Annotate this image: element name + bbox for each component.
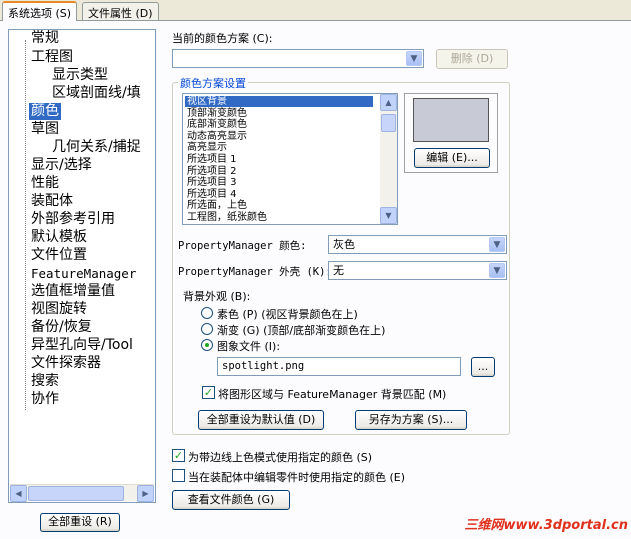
tree-horizontal-scrollbar[interactable]: ◀ ▶ <box>10 484 154 502</box>
scroll-thumb[interactable] <box>381 114 396 132</box>
match-background-checkbox[interactable]: ✓ <box>202 386 215 399</box>
tree-item[interactable]: 性能 <box>29 175 61 192</box>
tree-item[interactable]: 搜索 <box>29 373 61 390</box>
tree-item[interactable]: 工程图 <box>29 49 75 66</box>
tree-item[interactable]: 显示类型 <box>50 67 110 84</box>
shaded-edges-checkbox[interactable]: ✓ <box>172 449 185 462</box>
list-item[interactable]: 所选项目 1 <box>185 154 373 165</box>
list-item[interactable]: 顶部渐变颜色 <box>185 108 373 119</box>
list-vertical-scrollbar[interactable]: ▲ ▼ <box>380 94 397 224</box>
list-item[interactable]: 动态高亮显示 <box>185 131 373 142</box>
pm-color-value: 灰色 <box>333 238 355 251</box>
tree-item[interactable]: 显示/选择 <box>29 157 94 174</box>
tab-document-properties[interactable]: 文件属性 (D) <box>82 2 159 20</box>
assembly-edit-checkbox[interactable] <box>172 469 185 482</box>
image-file-input[interactable]: spotlight.png <box>217 357 461 376</box>
delete-scheme-button[interactable]: 删除 (D) <box>436 49 508 69</box>
edit-color-button[interactable]: 编辑 (E)... <box>414 148 490 168</box>
scroll-thumb[interactable] <box>28 486 124 501</box>
color-items-list[interactable]: 视区背景 顶部渐变颜色 底部渐变颜色 动态高亮显示 高亮显示 所选项目 1 所选项目 2 所选… <box>182 93 398 225</box>
radio-plain[interactable] <box>201 307 213 319</box>
tree-item[interactable]: 备份/恢复 <box>29 319 94 336</box>
radio-plain-label: 素色 (P) (视区背景颜色在上) <box>217 308 358 321</box>
save-as-scheme-button[interactable]: 另存为方案 (S)... <box>355 410 467 430</box>
list-item[interactable]: 所选面，上色 <box>185 200 373 211</box>
radio-image-file-label: 图象文件 (I): <box>217 340 281 353</box>
reset-defaults-button[interactable]: 全部重设为默认值 (D) <box>198 410 324 430</box>
color-swatch <box>413 98 489 142</box>
shaded-edges-label: 为带边线上色模式使用指定的颜色 (S) <box>188 451 373 464</box>
tree-item[interactable]: 异型孔向导/Tool <box>29 337 135 354</box>
tree-item[interactable]: FeatureManager <box>29 265 138 282</box>
list-item[interactable]: 所选项目 4 <box>185 189 373 200</box>
pm-color-label: PropertyManager 颜色: <box>178 240 307 252</box>
view-document-colors-button[interactable]: 查看文件颜色 (G) <box>172 490 290 510</box>
scroll-left-icon[interactable]: ◀ <box>10 485 27 502</box>
match-background-label: 将图形区域与 FeatureManager 背景匹配 (M) <box>218 388 447 401</box>
list-item[interactable]: 所选项目 2 <box>185 166 373 177</box>
pm-skin-value: 无 <box>333 264 344 277</box>
list-item[interactable]: 高亮显示 <box>185 142 373 153</box>
tree-item[interactable]: 文件探索器 <box>29 355 103 372</box>
browse-button[interactable]: ... <box>471 357 495 377</box>
pm-skin-select[interactable]: 无 ▼ <box>328 261 507 280</box>
list-item[interactable]: 工程图，纸张颜色 <box>185 212 373 223</box>
tree-item[interactable]: 几何关系/捕捉 <box>50 139 143 156</box>
pm-skin-label: PropertyManager 外壳 (K): <box>178 266 332 278</box>
pm-color-select[interactable]: 灰色 ▼ <box>328 235 507 254</box>
tree-item[interactable]: 常规 <box>29 30 61 47</box>
chevron-down-icon[interactable]: ▼ <box>406 51 422 66</box>
list-item[interactable]: 视区背景 <box>185 96 373 107</box>
radio-image-file[interactable] <box>201 339 213 351</box>
scroll-up-icon[interactable]: ▲ <box>380 94 397 111</box>
tree-item[interactable]: 文件位置 <box>29 247 89 264</box>
tree-item[interactable]: 外部参考引用 <box>29 211 117 228</box>
reset-all-button[interactable]: 全部重设 (R) <box>40 513 120 532</box>
background-appearance-label: 背景外观 (B): <box>183 290 251 303</box>
assembly-edit-label: 当在装配体中编辑零件时使用指定的颜色 (E) <box>188 471 406 484</box>
tree-item[interactable]: 区域剖面线/填 <box>50 85 143 102</box>
tab-system-options[interactable]: 系统选项 (S) <box>2 1 78 21</box>
radio-gradient-label: 渐变 (G) (顶部/底部渐变颜色在上) <box>217 324 386 337</box>
list-item[interactable]: 所选项目 3 <box>185 177 373 188</box>
tree-item[interactable]: 默认模板 <box>29 229 89 246</box>
list-item[interactable]: 底部渐变颜色 <box>185 119 373 130</box>
tree-connector-lines <box>25 40 26 410</box>
tree-item[interactable]: 颜色 <box>29 103 61 120</box>
color-scheme-select[interactable]: ▼ <box>172 49 424 68</box>
tree-item[interactable]: 装配体 <box>29 193 75 210</box>
tree-item[interactable]: 选值框增量值 <box>29 283 117 300</box>
scroll-right-icon[interactable]: ▶ <box>137 485 154 502</box>
options-tree[interactable]: 常规工程图 显示类型 区域剖面线/填 颜色 草图 几何关系/捕捉 显示/选择 性能 装配体 外部参… <box>8 29 156 503</box>
tree-item[interactable]: 草图 <box>29 121 61 138</box>
tree-item[interactable]: 协作 <box>29 391 61 408</box>
chevron-down-icon[interactable]: ▼ <box>489 263 505 278</box>
radio-gradient[interactable] <box>201 323 213 335</box>
chevron-down-icon[interactable]: ▼ <box>489 237 505 252</box>
group-title: 颜色方案设置 <box>178 75 248 91</box>
scroll-down-icon[interactable]: ▼ <box>380 207 397 224</box>
color-scheme-label: 当前的颜色方案 (C): <box>172 32 273 45</box>
site-watermark: 三维网www.3dportal.cn <box>464 518 628 533</box>
tree-item[interactable]: 视图旋转 <box>29 301 89 318</box>
